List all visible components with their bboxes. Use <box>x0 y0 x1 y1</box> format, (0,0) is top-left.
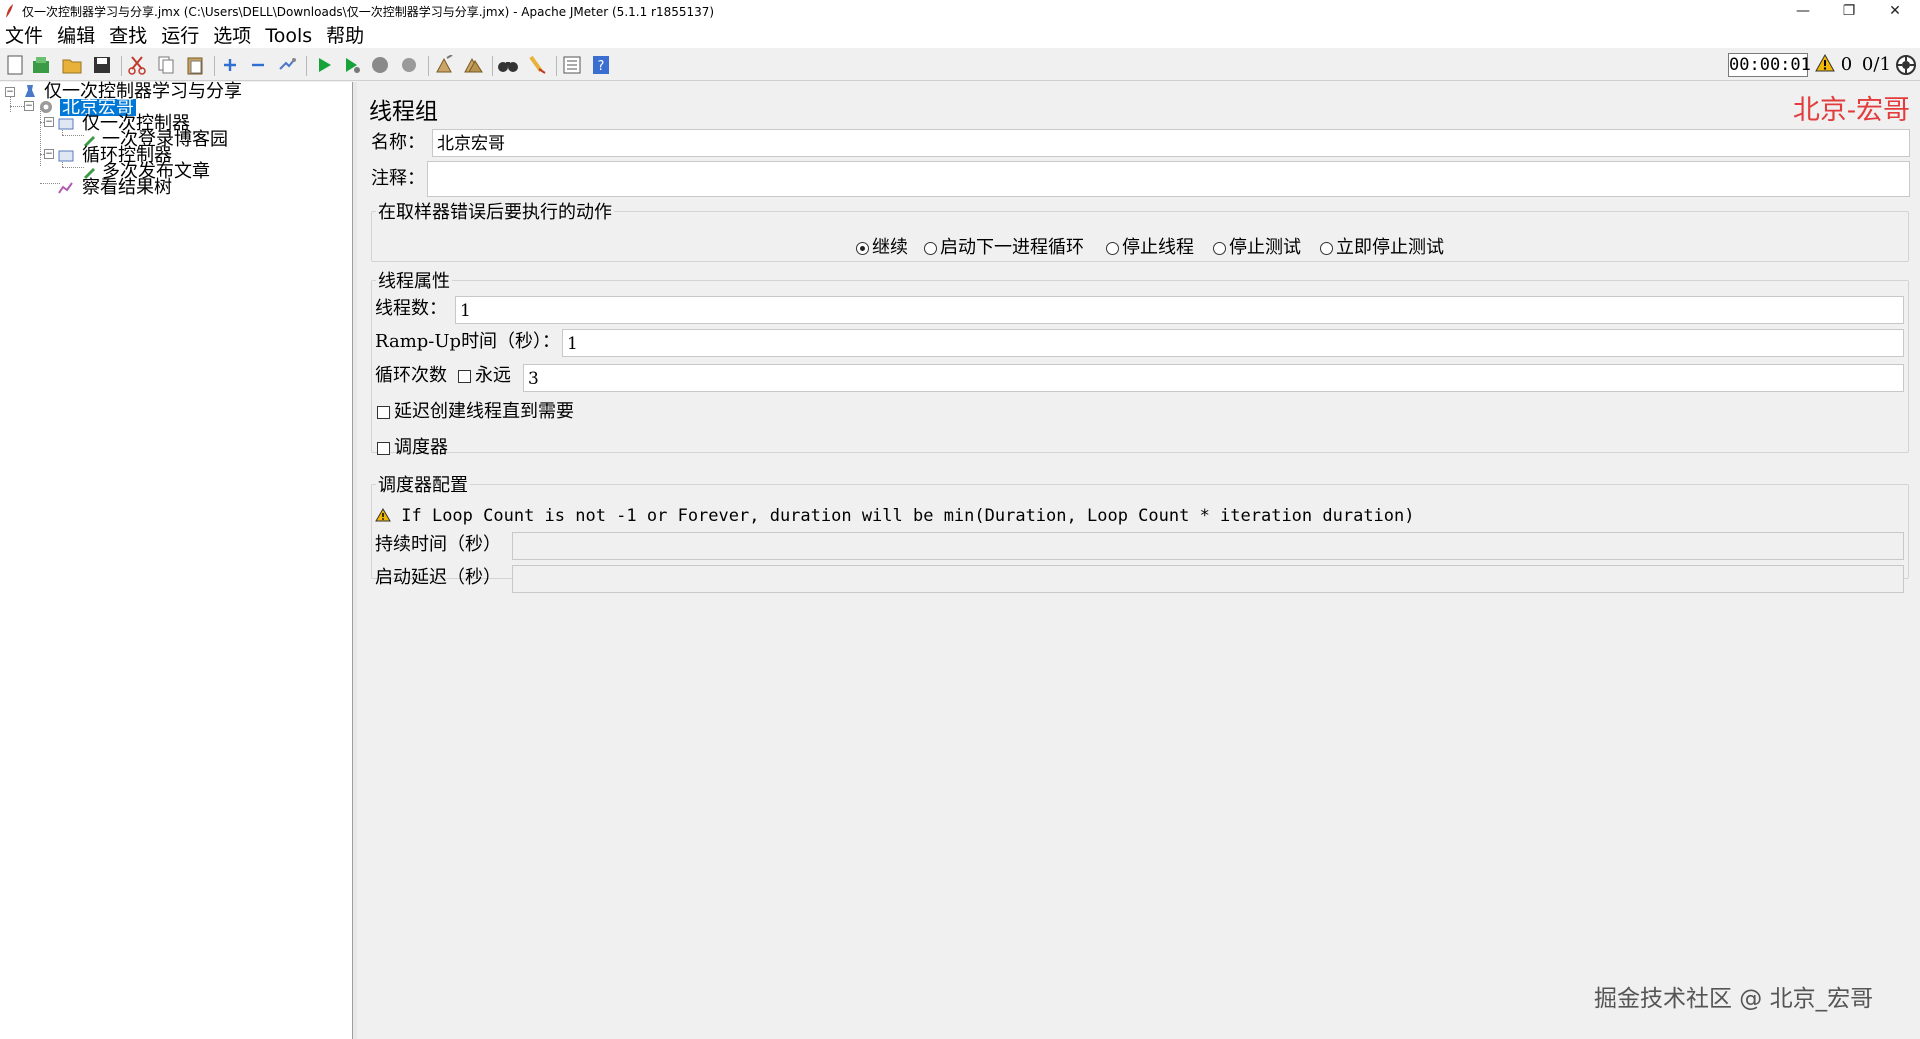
radio-continue[interactable]: 继续 <box>856 236 908 260</box>
error-action-group: 在取样器错误后要执行的动作 继续 启动下一进程循环 停止线程 停止测试 立即停止… <box>371 198 1909 262</box>
listener-chart-icon <box>58 182 73 194</box>
checkbox[interactable] <box>458 369 471 383</box>
checkbox[interactable] <box>377 441 390 455</box>
shutdown-icon[interactable] <box>398 54 420 76</box>
elapsed-time: 00:00:01 <box>1728 53 1811 77</box>
menu-file[interactable]: 文件 <box>2 24 46 48</box>
rampup-label: Ramp-Up时间（秒）： <box>375 331 561 352</box>
scheduler-checkbox[interactable]: 调度器 <box>377 433 448 463</box>
test-plan-icon <box>25 85 35 97</box>
menu-help[interactable]: 帮助 <box>323 24 367 48</box>
help-icon[interactable]: ? <box>590 54 612 76</box>
radio-button[interactable] <box>924 241 937 255</box>
panel-title: 线程组 <box>369 99 438 125</box>
menu-tools[interactable]: Tools <box>262 24 315 48</box>
remote-engine-icon[interactable] <box>1895 54 1917 76</box>
radio-start-next-loop[interactable]: 启动下一进程循环 <box>924 236 1084 260</box>
radio-stop-test-now[interactable]: 立即停止测试 <box>1320 236 1444 260</box>
copy-icon[interactable] <box>155 54 177 76</box>
watermark: 掘金技术社区 @ 北京_宏哥 <box>1594 986 1874 1012</box>
duration-field[interactable] <box>512 532 1904 560</box>
thread-properties-legend: 线程属性 <box>378 271 450 292</box>
collapse-all-icon[interactable] <box>247 54 269 76</box>
duration-label: 持续时间（秒） <box>375 534 501 555</box>
thread-group-gear-icon <box>40 101 52 113</box>
name-field[interactable]: 北京宏哥 <box>432 129 1910 157</box>
startup-delay-field[interactable] <box>512 565 1904 593</box>
controller-icon <box>58 118 74 130</box>
radio-button[interactable] <box>856 241 869 255</box>
threads-field[interactable]: 1 <box>455 296 1904 324</box>
thread-properties-group: 线程属性 <box>371 267 1909 453</box>
forever-checkbox[interactable]: 永远 <box>458 361 511 391</box>
thread-group-panel: 线程组 北京-宏哥 名称： 北京宏哥 注释： 在取样器错误后要执行的动作 继续 … <box>357 82 1920 1039</box>
loop-count-label: 循环次数 <box>375 365 447 386</box>
comment-label: 注释： <box>371 168 425 189</box>
rampup-field[interactable]: 1 <box>562 329 1904 357</box>
search-binoculars-icon[interactable] <box>497 54 519 76</box>
radio-button[interactable] <box>1213 241 1226 255</box>
expand-all-icon[interactable] <box>219 54 241 76</box>
radio-stop-thread[interactable]: 停止线程 <box>1106 236 1194 260</box>
menu-options[interactable]: 选项 <box>210 24 254 48</box>
scheduler-config-legend: 调度器配置 <box>378 475 468 496</box>
collapse-toggle[interactable]: − <box>24 101 34 111</box>
cut-icon[interactable] <box>126 54 148 76</box>
error-count: 0 <box>1840 54 1853 75</box>
open-folder-icon[interactable] <box>61 54 83 76</box>
clear-all-icon[interactable] <box>462 54 484 76</box>
toggle-icon[interactable] <box>276 54 298 76</box>
collapse-toggle[interactable]: − <box>5 87 15 97</box>
paste-icon[interactable] <box>184 54 206 76</box>
toolbar: ? 00:00:01 0 0/1 <box>0 50 1920 81</box>
radio-stop-test[interactable]: 停止测试 <box>1213 236 1301 260</box>
menu-search[interactable]: 查找 <box>106 24 150 48</box>
reset-search-icon[interactable] <box>526 54 548 76</box>
radio-button[interactable] <box>1106 241 1119 255</box>
close-button[interactable]: ✕ <box>1872 0 1918 24</box>
window-title: 仅一次控制器学习与分享.jmx (C:\Users\DELL\Downloads… <box>22 5 715 19</box>
start-no-pause-icon[interactable] <box>341 54 363 76</box>
error-action-legend: 在取样器错误后要执行的动作 <box>378 202 612 223</box>
function-helper-icon[interactable] <box>561 54 583 76</box>
save-icon[interactable] <box>91 54 113 76</box>
startup-delay-label: 启动延迟（秒） <box>375 567 501 588</box>
scheduler-warning: If Loop Count is not -1 or Forever, dura… <box>375 506 1415 526</box>
menu-edit[interactable]: 编辑 <box>54 24 98 48</box>
collapse-toggle[interactable]: − <box>44 149 54 159</box>
radio-button[interactable] <box>1320 241 1333 255</box>
warning-icon <box>375 508 391 522</box>
jmeter-feather-icon <box>6 4 13 18</box>
threads-label: 线程数： <box>375 298 447 319</box>
brand-label: 北京-宏哥 <box>1792 95 1910 126</box>
start-icon[interactable] <box>313 54 335 76</box>
comment-field[interactable] <box>427 161 1910 197</box>
menu-run[interactable]: 运行 <box>158 24 202 48</box>
delay-thread-creation-checkbox[interactable]: 延迟创建线程直到需要 <box>377 397 574 427</box>
name-label: 名称： <box>371 132 425 153</box>
error-counter: 0 0/1 <box>1815 53 1891 77</box>
svg-text:?: ? <box>598 59 605 74</box>
new-icon[interactable] <box>4 54 26 76</box>
controller-icon <box>58 150 74 162</box>
checkbox[interactable] <box>377 405 390 419</box>
restore-button[interactable]: ❐ <box>1826 0 1872 24</box>
loop-count-field[interactable]: 3 <box>523 364 1904 392</box>
minimize-button[interactable]: — <box>1780 0 1826 24</box>
warning-icon <box>1815 53 1835 72</box>
active-threads: 0/1 <box>1861 54 1891 75</box>
test-plan-tree: − 仅一次控制器学习与分享 − 北京宏哥 − 仅一次控制器 一次登录博客园 − … <box>0 82 353 1039</box>
templates-icon[interactable] <box>30 54 52 76</box>
menu-bar: 文件 编辑 查找 运行 选项 Tools 帮助 <box>0 24 1920 48</box>
stop-icon[interactable] <box>369 54 391 76</box>
collapse-toggle[interactable]: − <box>44 117 54 127</box>
title-bar: 仅一次控制器学习与分享.jmx (C:\Users\DELL\Downloads… <box>0 0 1920 24</box>
clear-icon[interactable] <box>433 54 455 76</box>
